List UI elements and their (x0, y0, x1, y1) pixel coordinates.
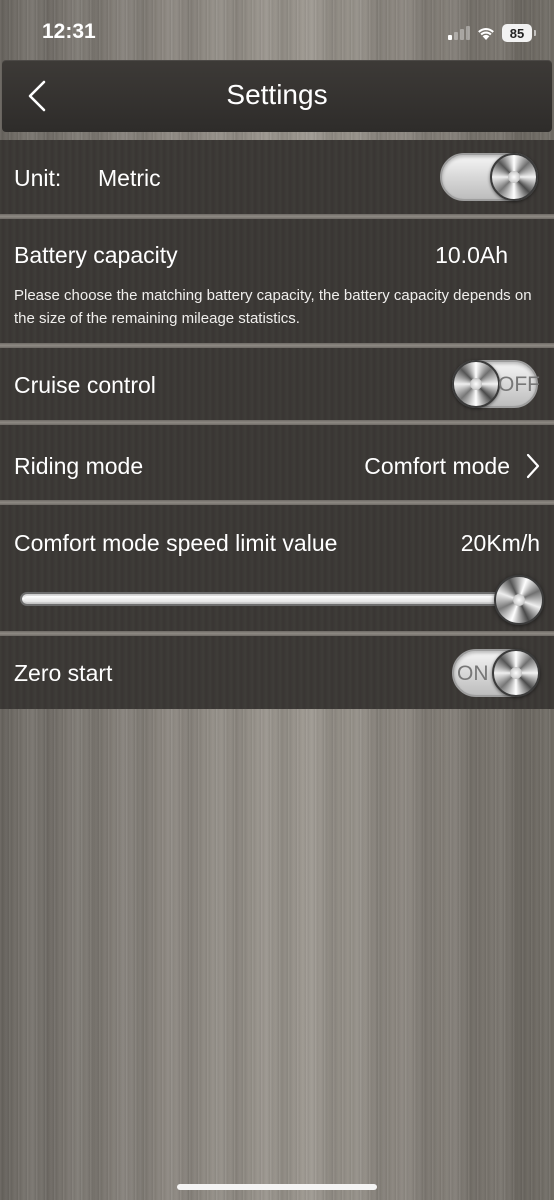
cruise-control-state: OFF (498, 373, 540, 396)
speed-limit-row: Comfort mode speed limit value 20Km/h (0, 505, 554, 631)
speed-limit-slider-fill (24, 596, 506, 602)
status-time: 12:31 (42, 20, 96, 43)
speed-limit-slider-track[interactable] (20, 592, 510, 606)
zero-start-toggle[interactable]: ON (452, 649, 540, 697)
speed-limit-value: 20Km/h (460, 530, 540, 556)
battery-capacity-description: Please choose the matching battery capac… (14, 287, 532, 327)
cruise-control-toggle-knob (452, 360, 500, 408)
riding-mode-value: Comfort mode (364, 453, 510, 479)
battery-capacity-label: Battery capacity (14, 242, 178, 268)
unit-toggle-knob (490, 153, 538, 201)
wifi-icon (478, 28, 494, 40)
unit-toggle[interactable] (440, 153, 538, 201)
page-title: Settings (226, 79, 328, 110)
zero-start-toggle-knob (492, 649, 540, 697)
status-icons: 85 (448, 22, 536, 44)
zero-start-label: Zero start (14, 660, 113, 686)
riding-mode-row[interactable]: Riding mode Comfort mode (0, 425, 554, 500)
riding-mode-label: Riding mode (14, 453, 144, 479)
cellular-signal-icon (448, 26, 470, 40)
unit-value: Metric (98, 165, 161, 191)
battery-indicator: 85 (502, 24, 536, 42)
home-indicator (177, 1184, 377, 1190)
status-bar: 12:31 85 (0, 0, 554, 60)
cruise-control-toggle[interactable]: OFF (452, 360, 540, 408)
battery-capacity-value: 10.0Ah (435, 242, 508, 268)
speed-limit-slider-thumb[interactable] (494, 575, 544, 625)
unit-row: Unit: Metric (0, 140, 554, 214)
header-bar: Settings (2, 60, 552, 132)
unit-label: Unit: (14, 165, 62, 191)
zero-start-row: Zero start ON (0, 636, 554, 709)
zero-start-state: ON (457, 662, 489, 685)
cruise-control-label: Cruise control (14, 372, 156, 398)
chevron-right-icon (526, 453, 540, 479)
speed-limit-label: Comfort mode speed limit value (14, 530, 338, 556)
cruise-control-row: Cruise control OFF (0, 348, 554, 420)
